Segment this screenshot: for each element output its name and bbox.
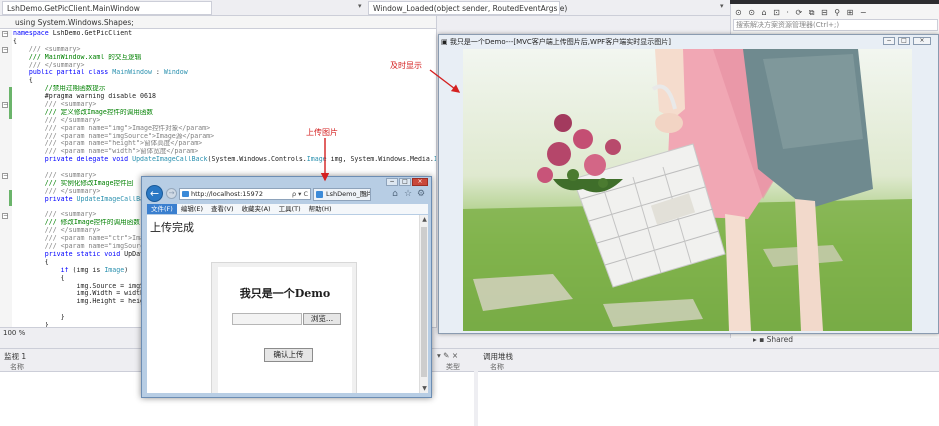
arrow-realtime (429, 69, 461, 93)
annotation-arrows (320, 69, 461, 182)
